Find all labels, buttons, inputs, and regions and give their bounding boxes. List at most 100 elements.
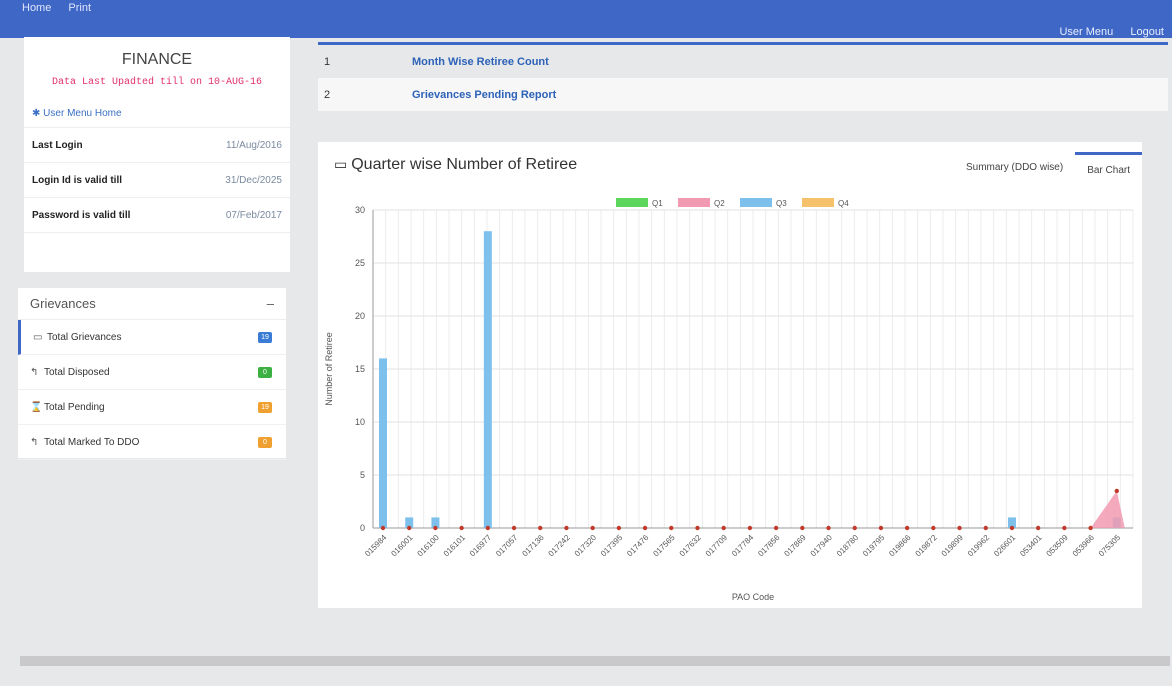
total-grievances-item[interactable]: ▭ Total Grievances 19: [18, 320, 286, 355]
data-point: [564, 525, 569, 531]
count-badge: 19: [258, 401, 272, 413]
data-point: [616, 525, 622, 531]
info-label: Password is valid till: [32, 209, 131, 221]
legend-label: Q4: [838, 199, 849, 208]
data-point: [1088, 525, 1093, 531]
legend-label: Q1: [652, 199, 663, 208]
x-tick-label: 019795: [861, 533, 887, 559]
legend-swatch: [678, 198, 710, 207]
user-menu-home-label: User Menu Home: [43, 108, 122, 119]
item-label: Total Disposed: [44, 366, 110, 378]
x-tick-label: 016101: [442, 533, 468, 559]
x-tick-label: 017784: [730, 533, 756, 559]
top-nav: Home Print: [22, 2, 105, 14]
reply-icon: ↰: [30, 366, 39, 378]
footer-bar: [20, 656, 1170, 666]
nav-print-link[interactable]: Print: [68, 2, 91, 14]
report-row: 1 Month Wise Retiree Count: [318, 45, 1168, 78]
item-label: Total Grievances: [47, 331, 122, 343]
legend-swatch: [740, 198, 772, 207]
data-point: [1009, 525, 1015, 531]
data-point: [826, 525, 831, 531]
y-tick-label: 25: [355, 258, 365, 268]
nav-home-link[interactable]: Home: [22, 2, 51, 14]
count-badge: 0: [258, 436, 272, 448]
data-point: [459, 525, 464, 531]
x-tick-label: 017476: [625, 533, 651, 559]
x-tick-label: 019866: [887, 533, 913, 559]
x-tick-label: 053509: [1045, 533, 1071, 559]
item-label: Total Pending: [44, 401, 105, 413]
data-point: [642, 525, 648, 531]
x-tick-label: 017395: [599, 533, 625, 559]
x-axis-label: PAO Code: [732, 592, 774, 602]
x-tick-label: 017632: [678, 533, 704, 559]
x-tick-label: 017057: [494, 533, 520, 559]
inbox-icon: ▭: [33, 331, 43, 343]
grievances-panel: Grievances – ▭ Total Grievances 19 ↰ Total …: [18, 288, 286, 460]
home-icon: ✱: [32, 108, 41, 119]
grievances-pending-link[interactable]: Grievances Pending Report: [412, 89, 556, 101]
reports-list: 1 Month Wise Retiree Count 2 Grievances …: [318, 42, 1168, 136]
report-row: 2 Grievances Pending Report: [318, 78, 1168, 111]
total-disposed-item[interactable]: ↰ Total Disposed 0: [18, 355, 286, 390]
collapse-button[interactable]: –: [267, 296, 274, 311]
data-point: [1114, 488, 1119, 494]
data-point: [931, 525, 936, 531]
x-tick-label: 075305: [1097, 533, 1123, 559]
x-tick-label: 017869: [782, 533, 808, 559]
data-point: [878, 525, 884, 531]
report-number: 1: [324, 55, 331, 68]
data-point: [538, 525, 543, 531]
data-point: [407, 525, 412, 531]
x-tick-label: 017709: [704, 533, 730, 559]
x-tick-label: 017565: [651, 533, 677, 559]
chart-panel: ▭ Quarter wise Number of Retiree Summary …: [318, 142, 1142, 608]
data-point: [721, 525, 726, 531]
legend-swatch: [616, 198, 648, 207]
report-number: 2: [324, 88, 331, 101]
finance-title: FINANCE: [121, 51, 193, 68]
grievances-title: Grievances: [30, 296, 96, 311]
logout-link[interactable]: Logout: [1130, 26, 1164, 38]
month-wise-retiree-link[interactable]: Month Wise Retiree Count: [412, 56, 549, 68]
data-point: [433, 525, 438, 531]
bar-q3: [483, 231, 492, 528]
y-tick-label: 5: [360, 470, 365, 480]
y-tick-label: 20: [355, 311, 365, 321]
info-value: 31/Dec/2025: [225, 174, 282, 186]
total-pending-item[interactable]: ⌛ Total Pending 19: [18, 390, 286, 425]
legend-swatch: [802, 198, 834, 207]
user-menu-home-link[interactable]: ✱ User Menu Home: [32, 108, 290, 119]
data-point: [852, 525, 857, 531]
data-point: [800, 525, 805, 531]
finance-panel: FINANCE Data Last Upadted till on 10-AUG…: [24, 34, 290, 272]
x-tick-label: 017940: [809, 533, 835, 559]
user-actions: User Menu Logout: [1045, 26, 1164, 38]
data-point: [1035, 525, 1041, 531]
x-tick-label: 019872: [914, 533, 940, 559]
x-tick-label: 019899: [940, 533, 966, 559]
total-marked-ddo-item[interactable]: ↰ Total Marked To DDO 0: [18, 425, 286, 460]
count-badge: 19: [258, 331, 272, 343]
data-point: [511, 525, 517, 531]
info-label: Login Id is valid till: [32, 174, 123, 186]
bar-q3: [379, 358, 387, 528]
x-tick-label: 053966: [1071, 533, 1097, 559]
user-menu-link[interactable]: User Menu: [1059, 26, 1113, 38]
y-tick-label: 0: [360, 523, 365, 533]
retiree-bar-chart: 0 5 10 15 20 25 30 015984 016001 016100 016101 0169…: [324, 198, 1134, 602]
data-point: [590, 525, 595, 531]
x-tick-label: 026601: [992, 533, 1018, 559]
x-tick-label: 017136: [520, 533, 546, 559]
x-tick-label: 016100: [416, 533, 442, 559]
last-login-row: Last Login 11/Aug/2016: [24, 128, 290, 163]
data-point: [773, 525, 779, 531]
data-point: [957, 525, 962, 531]
data-point: [1062, 525, 1067, 531]
data-updated-notice: Data Last Upadted till on 10-AUG-16: [51, 77, 263, 88]
data-point: [380, 525, 386, 531]
x-tick-label: 017242: [547, 533, 573, 559]
x-tick-label: 017320: [573, 533, 599, 559]
x-tick-label: 016977: [468, 533, 494, 559]
